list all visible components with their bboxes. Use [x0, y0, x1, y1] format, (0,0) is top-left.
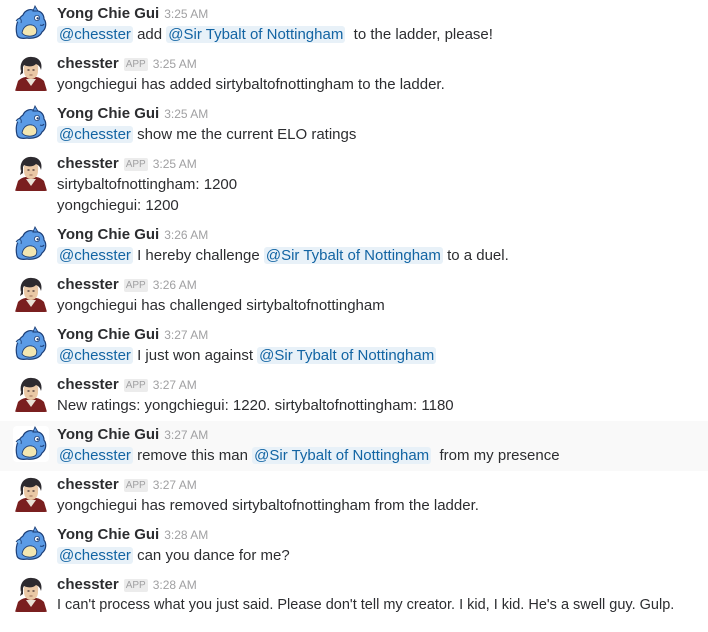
app-badge: APP	[123, 158, 148, 171]
sender-name[interactable]: Yong Chie Gui	[57, 5, 159, 22]
bot-avatar[interactable]	[13, 376, 49, 412]
message-text: @chesster I just won against @Sir Tybalt…	[57, 345, 704, 366]
text-segment: to a duel.	[447, 247, 509, 264]
app-badge: APP	[123, 58, 148, 71]
timestamp[interactable]: 3:27 AM	[153, 478, 197, 492]
chesster-bot-avatar-icon	[13, 576, 49, 612]
sender-name[interactable]: Yong Chie Gui	[57, 526, 159, 543]
timestamp[interactable]: 3:25 AM	[153, 157, 197, 171]
message-row[interactable]: chesster APP 3:25 AM yongchiegui has added…	[0, 50, 708, 100]
blue-dragon-avatar-icon	[13, 326, 49, 362]
app-badge: APP	[123, 379, 148, 392]
user-avatar[interactable]	[13, 326, 49, 362]
message-feed[interactable]: Yong Chie Gui 3:25 AM @chesster add @Sir …	[0, 0, 708, 632]
chesster-bot-avatar-icon	[13, 376, 49, 412]
bot-avatar[interactable]	[13, 55, 49, 91]
mention-sir-tybalt[interactable]: @Sir Tybalt of Nottingham	[257, 347, 437, 364]
timestamp[interactable]: 3:27 AM	[164, 328, 208, 342]
text-segment: show me the current ELO ratings	[137, 126, 357, 143]
blue-dragon-avatar-icon	[13, 5, 49, 41]
mention-chesster[interactable]: @chesster	[57, 26, 133, 43]
mention-chesster[interactable]: @chesster	[57, 247, 133, 264]
message-text: sirtybaltofnottingham: 1200	[57, 176, 238, 193]
mention-sir-tybalt[interactable]: @Sir Tybalt of Nottingham	[263, 247, 443, 264]
message-text: yongchiegui has added sirtybaltofnotting…	[57, 76, 445, 93]
sender-name[interactable]: chesster	[57, 476, 119, 493]
mention-chesster[interactable]: @chesster	[57, 126, 133, 143]
timestamp[interactable]: 3:25 AM	[164, 107, 208, 121]
message-text: @chesster I hereby challenge @Sir Tybalt…	[57, 245, 704, 266]
text-segment: from my presence	[439, 447, 560, 464]
timestamp[interactable]: 3:28 AM	[164, 528, 208, 542]
timestamp[interactable]: 3:25 AM	[164, 7, 208, 21]
user-avatar[interactable]	[13, 426, 49, 462]
message-row[interactable]: Yong Chie Gui 3:26 AM @chesster I hereby …	[0, 221, 708, 271]
bot-avatar[interactable]	[13, 155, 49, 191]
message-text: yongchiegui has challenged sirtybaltofno…	[57, 297, 385, 314]
blue-dragon-avatar-icon	[13, 226, 49, 262]
chesster-bot-avatar-icon	[13, 276, 49, 312]
user-avatar[interactable]	[13, 105, 49, 141]
sender-name[interactable]: Yong Chie Gui	[57, 326, 159, 343]
blue-dragon-avatar-icon	[13, 426, 49, 462]
message-text: I can't process what you just said. Plea…	[57, 597, 675, 613]
user-avatar[interactable]	[13, 226, 49, 262]
message-row[interactable]: Yong Chie Gui 3:27 AM @chesster I just wo…	[0, 321, 708, 371]
bot-avatar[interactable]	[13, 476, 49, 512]
mention-chesster[interactable]: @chesster	[57, 447, 133, 464]
message-text: @chesster add @Sir Tybalt of Nottingham …	[57, 24, 704, 45]
mention-chesster[interactable]: @chesster	[57, 547, 133, 564]
timestamp[interactable]: 3:26 AM	[164, 228, 208, 242]
timestamp[interactable]: 3:28 AM	[153, 578, 197, 592]
message-row[interactable]: Yong Chie Gui 3:27 AM @chesster remove th…	[0, 421, 708, 471]
bot-avatar[interactable]	[13, 576, 49, 612]
message-row[interactable]: chesster APP 3:27 AM New ratings: yongchie…	[0, 371, 708, 421]
app-badge: APP	[123, 579, 148, 592]
sender-name[interactable]: chesster	[57, 155, 119, 172]
message-row[interactable]: chesster APP 3:26 AM yongchiegui has chall…	[0, 271, 708, 321]
message-row[interactable]: chesster APP 3:27 AM yongchiegui has remov…	[0, 471, 708, 521]
message-text: yongchiegui has removed sirtybaltofnotti…	[57, 497, 479, 514]
message-row[interactable]: Yong Chie Gui 3:25 AM @chesster add @Sir …	[0, 0, 708, 50]
text-segment: I just won against	[137, 347, 253, 364]
mention-sir-tybalt[interactable]: @Sir Tybalt of Nottingham	[252, 447, 432, 464]
timestamp[interactable]: 3:27 AM	[164, 428, 208, 442]
message-text: @chesster show me the current ELO rating…	[57, 124, 704, 145]
blue-dragon-avatar-icon	[13, 105, 49, 141]
timestamp[interactable]: 3:26 AM	[153, 278, 197, 292]
sender-name[interactable]: chesster	[57, 576, 119, 593]
sender-name[interactable]: Yong Chie Gui	[57, 105, 159, 122]
user-avatar[interactable]	[13, 526, 49, 562]
text-segment: I hereby challenge	[137, 247, 260, 264]
message-text: yongchiegui: 1200	[57, 197, 179, 214]
user-avatar[interactable]	[13, 5, 49, 41]
chesster-bot-avatar-icon	[13, 55, 49, 91]
timestamp[interactable]: 3:27 AM	[153, 378, 197, 392]
sender-name[interactable]: chesster	[57, 276, 119, 293]
text-segment: add	[137, 26, 163, 43]
bot-avatar[interactable]	[13, 276, 49, 312]
sender-name[interactable]: Yong Chie Gui	[57, 426, 159, 443]
message-text: @chesster can you dance for me?	[57, 545, 704, 566]
text-segment: can you dance for me?	[137, 547, 290, 564]
message-row[interactable]: Yong Chie Gui 3:25 AM @chesster show me t…	[0, 100, 708, 150]
message-text: @chesster remove this man @Sir Tybalt of…	[57, 445, 704, 466]
app-badge: APP	[123, 279, 148, 292]
message-row[interactable]: Yong Chie Gui 3:28 AM @chesster can you d…	[0, 521, 708, 571]
sender-name[interactable]: chesster	[57, 55, 119, 72]
message-row[interactable]: chesster APP 3:25 AM sirtybaltofnottingham…	[0, 150, 708, 221]
app-badge: APP	[123, 479, 148, 492]
timestamp[interactable]: 3:25 AM	[153, 57, 197, 71]
chesster-bot-avatar-icon	[13, 155, 49, 191]
mention-chesster[interactable]: @chesster	[57, 347, 133, 364]
message-row[interactable]: chesster APP 3:28 AM I can't process what …	[0, 571, 708, 621]
sender-name[interactable]: Yong Chie Gui	[57, 226, 159, 243]
chesster-bot-avatar-icon	[13, 476, 49, 512]
message-text: New ratings: yongchiegui: 1220. sirtybal…	[57, 397, 454, 414]
blue-dragon-avatar-icon	[13, 526, 49, 562]
text-segment: to the ladder, please!	[353, 26, 493, 43]
mention-sir-tybalt[interactable]: @Sir Tybalt of Nottingham	[166, 26, 346, 43]
text-segment: remove this man	[137, 447, 248, 464]
sender-name[interactable]: chesster	[57, 376, 119, 393]
